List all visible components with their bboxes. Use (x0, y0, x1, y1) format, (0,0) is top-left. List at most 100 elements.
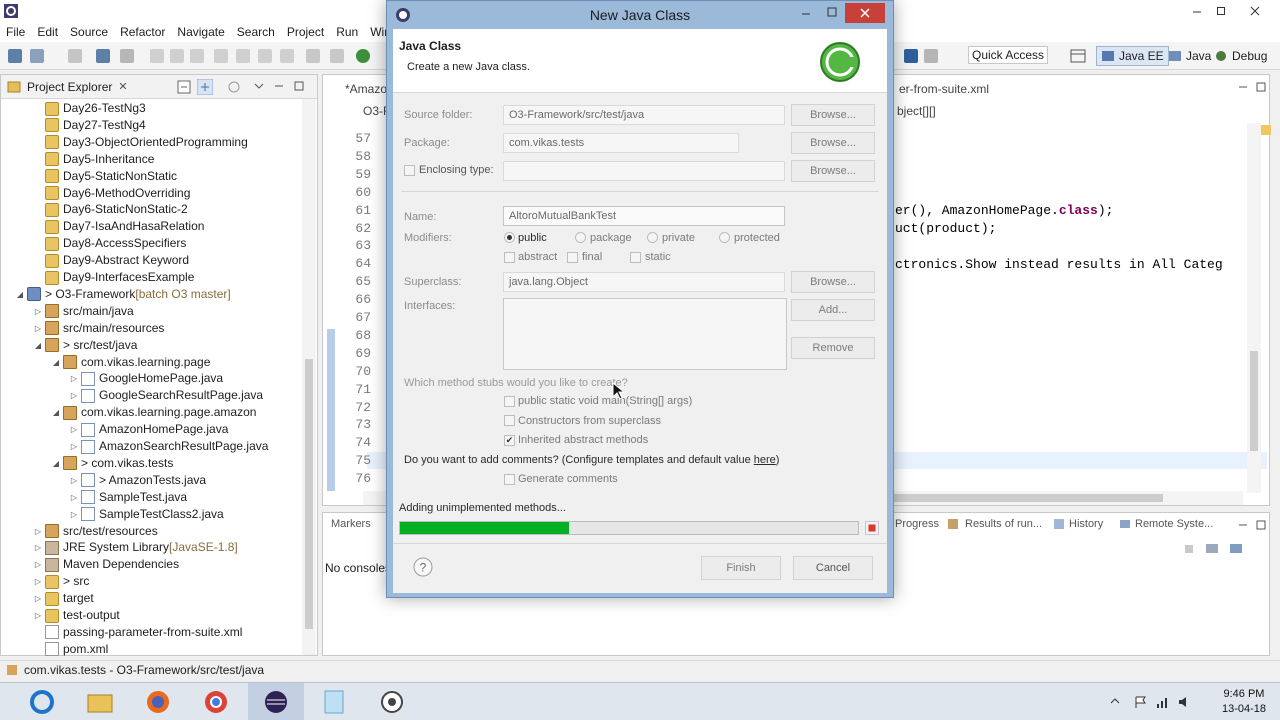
notepad-icon[interactable] (306, 683, 362, 720)
tree-item[interactable]: Day6-StaticNonStatic-2 (33, 201, 188, 218)
close-view-icon[interactable]: ✕ (118, 80, 127, 93)
class-name-field[interactable]: AltoroMutualBankTest (503, 206, 785, 226)
editor-maximize-icon[interactable] (1255, 81, 1267, 93)
terminal-icon[interactable] (96, 49, 110, 63)
system-clock[interactable]: 9:46 PM 13-04-18 (1222, 687, 1266, 717)
stub-main-checkbox[interactable] (504, 396, 515, 407)
editor-tab-suite-xml[interactable]: er-from-suite.xml (891, 79, 997, 99)
debug-run-icon[interactable] (356, 49, 370, 63)
modifier-abstract-checkbox[interactable] (504, 252, 515, 263)
chrome-icon[interactable] (188, 683, 244, 720)
step-return-icon[interactable] (280, 49, 294, 63)
tree-item[interactable]: ▷ > src (33, 573, 89, 590)
tree-item[interactable]: Day9-InterfacesExample (33, 269, 194, 286)
code-line-61[interactable]: er(), AmazonHomePage.class); (895, 203, 1113, 218)
collapsed-chevron-icon[interactable]: ▷ (33, 573, 43, 590)
tree-item[interactable]: ▷ > AmazonTests.java (69, 472, 206, 489)
quick-access-input[interactable]: Quick Access (968, 46, 1048, 64)
collapsed-chevron-icon[interactable]: ▷ (69, 387, 79, 404)
collapsed-chevron-icon[interactable]: ▷ (33, 523, 43, 540)
tree-item[interactable]: ▷ JRE System Library [JavaSE-1.8] (33, 539, 238, 556)
back-icon[interactable] (904, 49, 918, 63)
internet-explorer-icon[interactable] (14, 683, 70, 720)
menu-navigate[interactable]: Navigate (171, 25, 230, 39)
finish-button[interactable]: Finish (701, 556, 781, 580)
menu-file[interactable]: File (0, 25, 31, 39)
tree-item[interactable]: ▷ Maven Dependencies (33, 556, 179, 573)
explorer-scrollbar[interactable] (302, 99, 316, 655)
resume-icon[interactable] (150, 49, 164, 63)
panel-minimize-icon[interactable] (1237, 519, 1249, 531)
console-pin-icon[interactable] (1183, 543, 1195, 555)
link-with-editor-icon[interactable] (197, 79, 213, 95)
interfaces-add-button[interactable]: Add... (791, 299, 875, 321)
ide-maximize-button[interactable] (1206, 0, 1236, 22)
open-console-icon[interactable] (1229, 543, 1243, 555)
modifier-protected-radio[interactable] (719, 232, 730, 243)
firefox-icon[interactable] (130, 683, 186, 720)
menu-run[interactable]: Run (330, 25, 364, 39)
history-tab[interactable]: History (1069, 518, 1103, 530)
tree-item[interactable]: ▷ AmazonSearchResultPage.java (69, 438, 268, 455)
collapsed-chevron-icon[interactable]: ▷ (69, 438, 79, 455)
menu-source[interactable]: Source (64, 25, 114, 39)
collapsed-chevron-icon[interactable]: ▷ (69, 370, 79, 387)
tree-item[interactable]: ▷ src/main/java (33, 303, 134, 320)
tree-item[interactable]: Day26-TestNg3 (33, 100, 146, 117)
stub-constructors-checkbox[interactable] (504, 415, 515, 426)
tree-item[interactable]: Day7-IsaAndHasaRelation (33, 218, 204, 235)
tree-item[interactable]: ◢ > O3-Framework [batch O3 master] (15, 286, 231, 303)
terminate-icon[interactable] (190, 49, 204, 63)
tree-item[interactable]: Day5-Inheritance (33, 151, 154, 168)
superclass-browse-button[interactable]: Browse... (791, 271, 875, 293)
tree-item[interactable]: Day3-ObjectOrientedProgramming (33, 134, 248, 151)
minimize-view-icon[interactable] (273, 80, 285, 92)
menu-search[interactable]: Search (231, 25, 281, 39)
drop-frame-icon[interactable] (306, 49, 320, 63)
modifier-private-radio[interactable] (647, 232, 658, 243)
volume-icon[interactable] (1178, 695, 1192, 709)
code-line-62[interactable]: uct(product); (895, 221, 996, 236)
editor-minimize-icon[interactable] (1237, 81, 1249, 93)
step-over-icon[interactable] (258, 49, 272, 63)
tree-item[interactable]: pom.xml (33, 641, 108, 658)
forward-icon[interactable] (924, 49, 938, 63)
collapsed-chevron-icon[interactable]: ▷ (33, 320, 43, 337)
dialog-close-button[interactable] (845, 3, 885, 23)
tree-item[interactable]: ◢ com.vikas.learning.page.amazon (51, 404, 256, 421)
network-icon[interactable] (1156, 695, 1170, 709)
tree-item[interactable]: ▷ GoogleSearchResultPage.java (69, 387, 263, 404)
tree-item[interactable]: Day5-StaticNonStatic (33, 168, 177, 185)
package-browse-button[interactable]: Browse... (791, 132, 875, 154)
collapsed-chevron-icon[interactable]: ▷ (69, 472, 79, 489)
dialog-maximize-button[interactable] (825, 5, 839, 19)
expanded-chevron-icon[interactable]: ◢ (51, 404, 61, 421)
editor-vertical-scrollbar[interactable] (1247, 123, 1261, 493)
editor-breadcrumb-right[interactable]: bject[][] (889, 101, 944, 121)
modifier-package-radio[interactable] (575, 232, 586, 243)
collapsed-chevron-icon[interactable]: ▷ (69, 421, 79, 438)
cancel-button[interactable]: Cancel (793, 556, 873, 580)
expanded-chevron-icon[interactable]: ◢ (15, 286, 25, 303)
expanded-chevron-icon[interactable]: ◢ (51, 455, 61, 472)
package-field[interactable]: com.vikas.tests (503, 133, 739, 153)
stub-inherited-checkbox[interactable]: ✔ (504, 435, 515, 446)
collapsed-chevron-icon[interactable]: ▷ (69, 506, 79, 523)
interfaces-list[interactable] (503, 298, 787, 370)
markers-tab[interactable]: Markers (331, 518, 371, 530)
menu-refactor[interactable]: Refactor (114, 25, 171, 39)
enclosing-type-field[interactable] (503, 161, 785, 181)
tree-item[interactable]: ▷ src/main/resources (33, 320, 164, 337)
step-into-icon[interactable] (236, 49, 250, 63)
tree-item[interactable]: Day6-MethodOverriding (33, 185, 190, 202)
tree-item[interactable]: passing-parameter-from-suite.xml (33, 624, 242, 641)
view-menu-chevron-down-icon[interactable] (253, 80, 265, 92)
results-of-run-tab[interactable]: Results of run... (965, 518, 1042, 530)
source-folder-field[interactable]: O3-Framework/src/test/java (503, 105, 785, 125)
modifier-static-checkbox[interactable] (630, 252, 641, 263)
tree-item[interactable]: ▷ target (33, 590, 94, 607)
configure-templates-link[interactable]: here (754, 454, 776, 466)
help-icon[interactable]: ? (413, 557, 433, 577)
perspective-debug[interactable]: Debug (1210, 46, 1271, 66)
collapsed-chevron-icon[interactable]: ▷ (33, 590, 43, 607)
